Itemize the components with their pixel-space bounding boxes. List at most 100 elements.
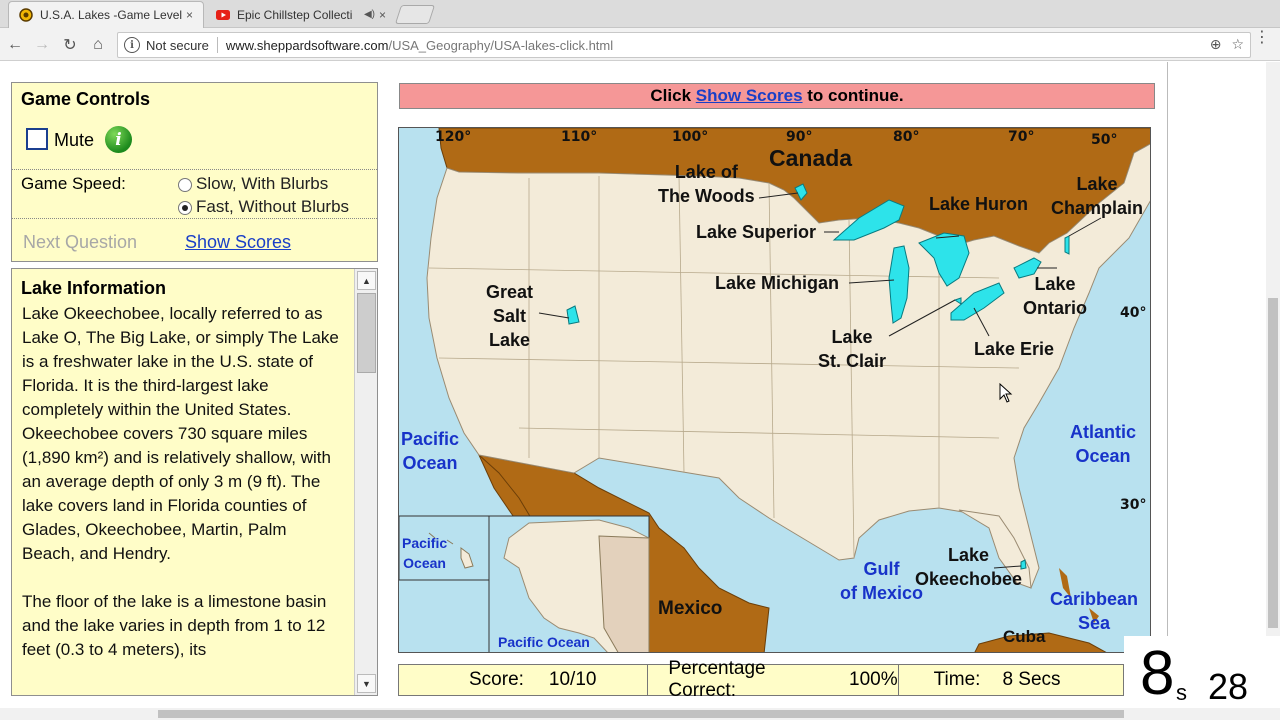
lake-label-line: St. Clair xyxy=(818,351,887,371)
time-cell: Time: 8 Secs xyxy=(899,665,1123,695)
show-scores-link[interactable]: Show Scores xyxy=(185,232,291,253)
timer-unit: s xyxy=(1176,680,1187,705)
score-label: Score: xyxy=(469,669,524,690)
lake-erie-label[interactable]: Lake Erie xyxy=(974,337,1054,361)
percentage-value: 100% xyxy=(849,669,898,690)
banner-text-before: Click xyxy=(650,86,696,105)
lake-huron-label[interactable]: Lake Huron xyxy=(929,192,1028,216)
bookmark-star-icon[interactable]: ☆ xyxy=(1231,36,1244,53)
lake-information-text: Lake Okeechobee, locally referred to as … xyxy=(22,302,344,686)
lake-label-line: Salt xyxy=(493,306,527,326)
lake-champlain-label[interactable]: Lake Champlain xyxy=(1051,172,1143,220)
hawaii-pacific-label: Pacific Ocean xyxy=(402,533,447,573)
lake-okeechobee-label[interactable]: Lake Okeechobee xyxy=(915,543,1022,591)
browser-toolbar: ← → ↻ ⌂ i Not secure www.sheppardsoftwar… xyxy=(0,28,1280,61)
url-host: www.sheppardsoftware.com xyxy=(225,37,389,53)
speed-slow-radio[interactable] xyxy=(178,178,192,192)
divider xyxy=(1167,62,1168,708)
water-label-line: Caribbean xyxy=(1050,589,1139,609)
youtube-icon xyxy=(216,8,230,22)
lake-superior-label[interactable]: Lake Superior xyxy=(696,220,816,244)
forward-icon[interactable]: → xyxy=(31,34,53,56)
caribbean-sea-label: Caribbean Sea xyxy=(1050,587,1138,635)
latitude-label: 30° xyxy=(1120,497,1147,513)
mute-label[interactable]: Mute xyxy=(54,130,94,151)
water-label-line: Pacific xyxy=(401,429,460,449)
water-label-line: Sea xyxy=(1078,613,1111,633)
usa-lakes-map[interactable]: 120° 110° 100° 90° 80° 70° 50° 40° 30° C… xyxy=(398,127,1151,653)
speed-fast-radio[interactable] xyxy=(178,201,192,215)
continue-banner: Click Show Scores to continue. xyxy=(399,83,1155,109)
zoom-icon[interactable]: ⊕ xyxy=(1210,36,1222,53)
lake-label-line: Lake xyxy=(1076,174,1118,194)
scroll-up-arrow-icon[interactable]: ▲ xyxy=(357,271,376,290)
speed-fast-label[interactable]: Fast, Without Blurbs xyxy=(196,197,349,217)
great-salt-lake-label[interactable]: Great Salt Lake xyxy=(486,280,533,352)
time-value: 8 Secs xyxy=(1002,669,1061,690)
info-icon[interactable]: i xyxy=(105,126,132,153)
percentage-label: Percentage Correct: xyxy=(668,658,766,701)
new-tab-button[interactable] xyxy=(394,5,436,24)
info-icon[interactable]: i xyxy=(124,37,140,53)
water-label-line: Ocean xyxy=(402,453,458,473)
info-paragraph: Lake Okeechobee, locally referred to as … xyxy=(22,304,339,563)
tab-epic-chillstep[interactable]: Epic Chillstep Collecti ◀) × xyxy=(206,1,396,28)
longitude-label: 110° xyxy=(561,129,598,145)
cuba-label: Cuba xyxy=(1003,627,1046,646)
atlantic-ocean-label: Atlantic Ocean xyxy=(1070,420,1136,468)
security-label: Not secure xyxy=(146,37,209,53)
speed-slow-label[interactable]: Slow, With Blurbs xyxy=(196,174,328,194)
tab-title: Epic Chillstep Collecti xyxy=(237,7,353,22)
info-scrollbar[interactable]: ▲ ▼ xyxy=(354,269,377,695)
banner-show-scores-link[interactable]: Show Scores xyxy=(696,86,803,105)
water-label-line: of Mexico xyxy=(840,583,924,603)
scrollbar-thumb[interactable] xyxy=(357,293,376,373)
tab-usa-lakes[interactable]: U.S.A. Lakes -Game Level × xyxy=(8,1,204,28)
time-label: Time: xyxy=(933,669,981,690)
latitude-label: 40° xyxy=(1120,305,1147,321)
lake-information-title: Lake Information xyxy=(21,278,167,298)
mexico-label: Mexico xyxy=(658,598,723,619)
address-bar[interactable]: i Not secure www.sheppardsoftware.com/US… xyxy=(117,32,1251,58)
page-horizontal-scrollbar[interactable] xyxy=(0,708,1280,720)
canada-label: Canada xyxy=(769,145,853,171)
gulf-of-mexico-label: Gulf of Mexico xyxy=(840,557,923,605)
scrollbar-thumb[interactable] xyxy=(158,710,1124,718)
reload-icon[interactable]: ↻ xyxy=(59,34,81,56)
lake-michigan-label[interactable]: Lake Michigan xyxy=(715,271,839,295)
next-question-button[interactable]: Next Question xyxy=(23,232,137,253)
map-graphic xyxy=(399,128,1150,652)
scroll-down-arrow-icon[interactable]: ▼ xyxy=(357,674,376,693)
lake-label-line: Lake xyxy=(1034,274,1076,294)
lake-label-line: Lake xyxy=(489,330,531,350)
browser-menu-icon[interactable]: ⋮ xyxy=(1254,30,1270,46)
back-icon[interactable]: ← xyxy=(4,34,26,56)
longitude-label: 70° xyxy=(1008,129,1035,145)
info-paragraph: The floor of the lake is a limestone bas… xyxy=(22,592,327,659)
lake-st-clair-label[interactable]: Lake St. Clair xyxy=(818,325,886,373)
close-tab-icon[interactable]: × xyxy=(379,8,386,22)
timer-fraction: 28 xyxy=(1208,666,1249,707)
page-vertical-scrollbar[interactable] xyxy=(1266,62,1280,708)
lake-label-line: Champlain xyxy=(1051,198,1144,218)
lake-information-panel: Lake Information Lake Okeechobee, locall… xyxy=(11,268,378,696)
lake-ontario-label[interactable]: Lake Ontario xyxy=(1023,272,1087,320)
mouse-cursor-icon xyxy=(999,383,1013,403)
scrollbar-thumb[interactable] xyxy=(1268,298,1278,628)
water-label-line: Atlantic xyxy=(1070,422,1137,442)
longitude-label: 120° xyxy=(435,129,472,145)
inset-pacific-ocean-label: Pacific Ocean xyxy=(498,634,590,650)
url-path: /USA_Geography/USA-lakes-click.html xyxy=(388,37,614,53)
home-icon[interactable]: ⌂ xyxy=(87,34,109,56)
longitude-label: 90° xyxy=(786,129,813,145)
lake-label-line: Lake of xyxy=(674,162,738,182)
lake-of-the-woods-label[interactable]: Lake of The Woods xyxy=(658,160,755,208)
speaker-icon[interactable]: ◀) xyxy=(364,9,375,20)
mute-checkbox[interactable] xyxy=(26,128,48,150)
water-label-line: Ocean xyxy=(403,555,446,571)
close-tab-icon[interactable]: × xyxy=(186,8,193,22)
score-bar: Score: 10/10 Percentage Correct: 100% Ti… xyxy=(398,658,1124,701)
longitude-label: 50° xyxy=(1091,132,1118,148)
pacific-ocean-label: Pacific Ocean xyxy=(401,427,459,475)
lake-label-line: Ontario xyxy=(1023,298,1088,318)
